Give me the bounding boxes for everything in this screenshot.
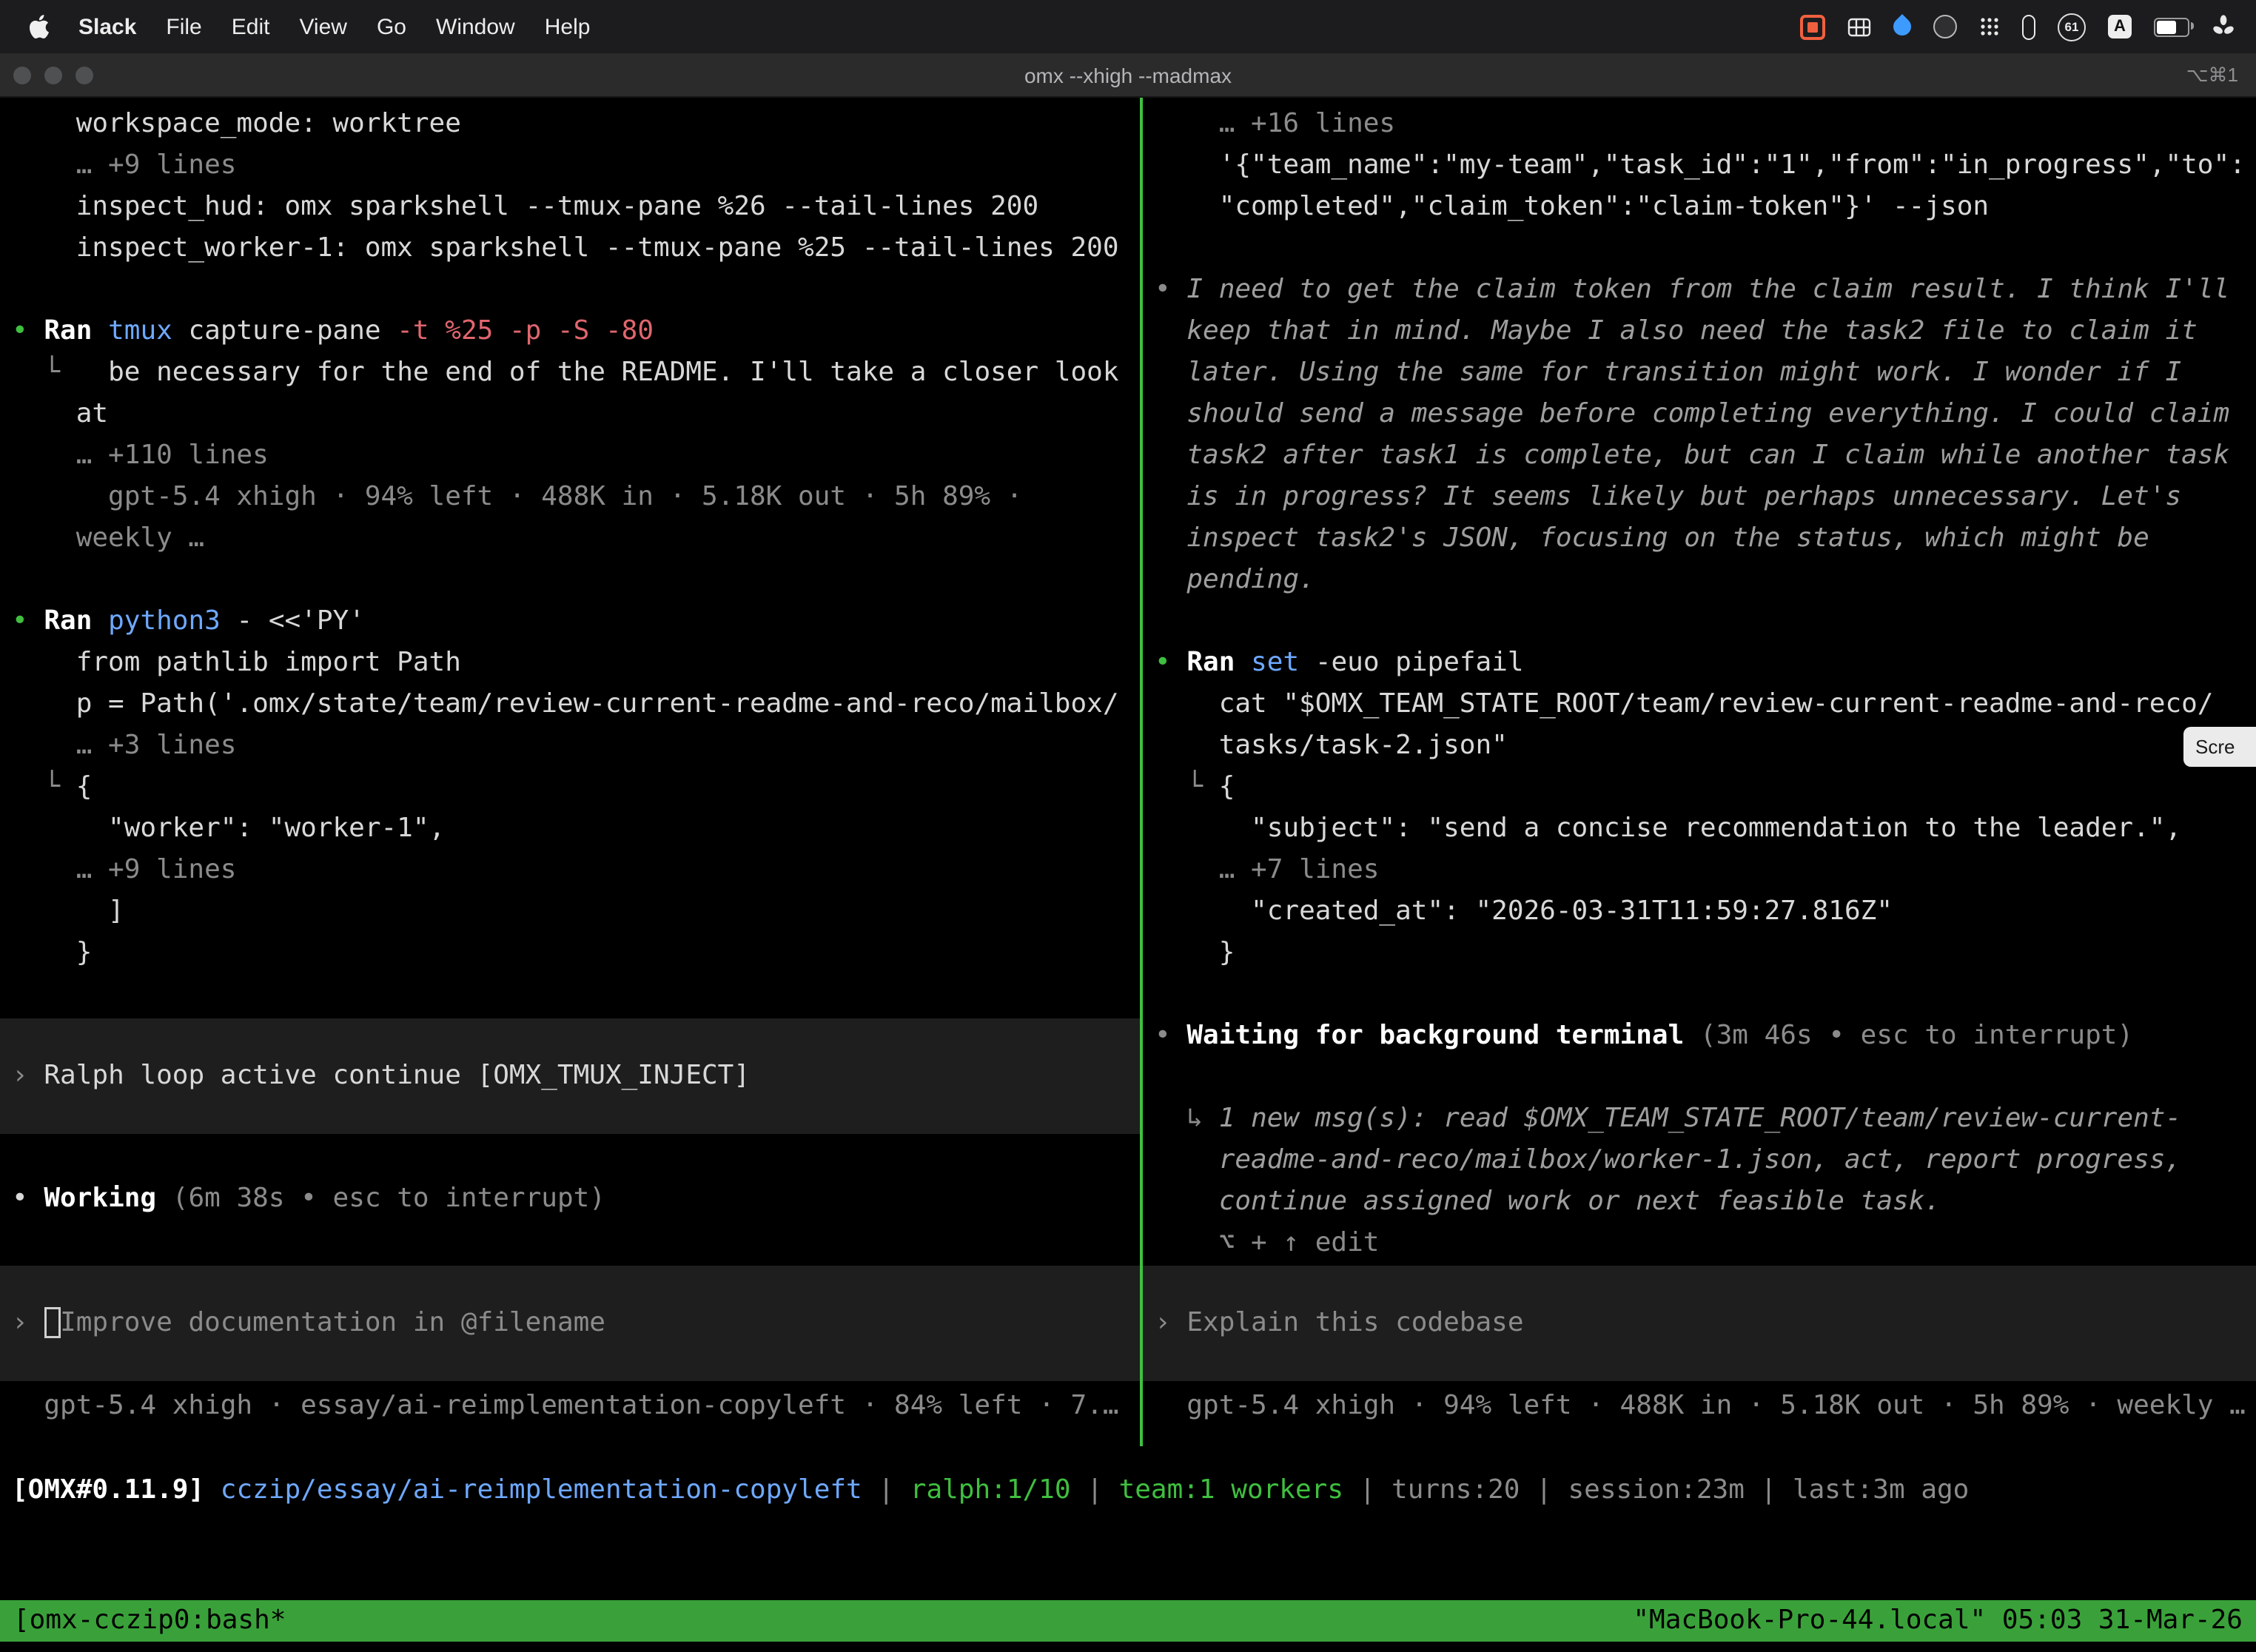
right-pane[interactable]: … +16 lines '{"team_name":"my-team","tas… (1143, 96, 2256, 1427)
dots-grid-icon[interactable] (1979, 16, 2000, 37)
terminal-line (1143, 228, 2256, 269)
terminal-line: … +9 lines (0, 850, 1140, 891)
terminal-line: is in progress? It seems likely but perh… (1143, 477, 2256, 518)
battery-percent-icon[interactable]: 61 (2058, 13, 2086, 41)
menu-window[interactable]: Window (436, 14, 515, 39)
terminal-line (1143, 1057, 2256, 1098)
dark-circle-icon[interactable] (1933, 15, 1957, 38)
terminal-line: inspect_worker-1: omx sparkshell --tmux-… (0, 228, 1140, 269)
terminal-line: from pathlib import Path (0, 642, 1140, 684)
terminal-line: gpt-5.4 xhigh · essay/ai-reimplementatio… (0, 1386, 1140, 1427)
menu-bar: Slack File Edit View Go Window Help 61 A (0, 0, 2256, 53)
battery-percent-value: 61 (2065, 19, 2079, 34)
prompt-input-row[interactable]: › Explain this codebase (1143, 1266, 2256, 1381)
terminal-line: └ be necessary for the end of the README… (0, 352, 1140, 394)
terminal-line: at (0, 394, 1140, 435)
tmux-host-clock: "MacBook-Pro-44.local" 05:03 31-Mar-26 (1633, 1600, 2243, 1642)
screen-tooltip: Scre (2183, 727, 2256, 767)
tmux-session-label: [omx-cczip0:bash* (13, 1600, 286, 1642)
terminal-line: … +16 lines (1143, 104, 2256, 145)
input-source-letter: A (2114, 18, 2126, 36)
prompt-input-row[interactable]: › Improve documentation in @filename (0, 1266, 1140, 1381)
terminal-line: pending. (1143, 560, 2256, 601)
screen-recording-icon[interactable] (1800, 14, 1825, 39)
terminal-line: "worker": "worker-1", (0, 808, 1140, 850)
terminal-line: • Ran python3 - <<'PY' (0, 601, 1140, 642)
title-bar[interactable]: omx --xhigh --madmax ⌥⌘1 (0, 53, 2256, 98)
terminal-line: keep that in mind. Maybe I also need the… (1143, 311, 2256, 352)
pill-icon[interactable] (2022, 14, 2035, 39)
terminal-line (1143, 601, 2256, 642)
terminal-panes: workspace_mode: worktree … +9 lines insp… (0, 96, 2256, 1446)
terminal-line (0, 560, 1140, 601)
terminal-line: • Ran tmux capture-pane -t %25 -p -S -80 (0, 311, 1140, 352)
fan-icon[interactable] (2212, 15, 2235, 38)
terminal-line: workspace_mode: worktree (0, 104, 1140, 145)
terminal-line: ] (0, 891, 1140, 933)
terminal-line: … +7 lines (1143, 850, 2256, 891)
terminal-line: tasks/task-2.json" (1143, 725, 2256, 767)
terminal-line: └ { (1143, 767, 2256, 808)
terminal-line: } (1143, 933, 2256, 974)
terminal-line: continue assigned work or next feasible … (1143, 1181, 2256, 1223)
terminal-line: "created_at": "2026-03-31T11:59:27.816Z" (1143, 891, 2256, 933)
terminal-line: later. Using the same for transition mig… (1143, 352, 2256, 394)
terminal-line: weekly … (0, 518, 1140, 560)
terminal-line: should send a message before completing … (1143, 394, 2256, 435)
menu-bar-status-icons: 61 A (1800, 13, 2256, 41)
menu-file[interactable]: File (166, 14, 201, 39)
menu-bar-left: Slack File Edit View Go Window Help (0, 14, 590, 39)
window-shortcut-hint: ⌥⌘1 (2186, 63, 2238, 87)
terminal-line: ↳ 1 new msg(s): read $OMX_TEAM_STATE_ROO… (1143, 1098, 2256, 1140)
menu-go[interactable]: Go (377, 14, 406, 39)
menu-view[interactable]: View (299, 14, 347, 39)
battery-icon[interactable] (2154, 17, 2189, 36)
input-source-icon[interactable]: A (2108, 15, 2132, 38)
menu-help[interactable]: Help (545, 14, 591, 39)
prompt-input-row[interactable]: › Ralph loop active continue [OMX_TMUX_I… (0, 1018, 1140, 1134)
terminal-line: p = Path('.omx/state/team/review-current… (0, 684, 1140, 725)
omx-status-line: [OMX#0.11.9] cczip/essay/ai-reimplementa… (0, 1470, 2256, 1511)
terminal-line: … +9 lines (0, 145, 1140, 187)
terminal-line: ⌥ + ↑ edit (1143, 1223, 2256, 1264)
terminal-line: [OMX#0.11.9] cczip/essay/ai-reimplementa… (0, 1470, 2256, 1511)
left-pane[interactable]: workspace_mode: worktree … +9 lines insp… (0, 96, 1140, 1427)
tmux-status-bar: [omx-cczip0:bash* "MacBook-Pro-44.local"… (0, 1600, 2256, 1642)
terminal-line: gpt-5.4 xhigh · 94% left · 488K in · 5.1… (0, 477, 1140, 518)
menu-app-slack[interactable]: Slack (78, 14, 136, 39)
terminal-line: • Ran set -euo pipefail (1143, 642, 2256, 684)
terminal-line: inspect_hud: omx sparkshell --tmux-pane … (0, 187, 1140, 228)
terminal-line: '{"team_name":"my-team","task_id":"1","f… (1143, 145, 2256, 187)
apple-menu-icon[interactable] (30, 15, 49, 38)
spacer (0, 974, 1140, 1018)
terminal-line: … +3 lines (0, 725, 1140, 767)
terminal-line: cat "$OMX_TEAM_STATE_ROOT/team/review-cu… (1143, 684, 2256, 725)
terminal-line: } (0, 933, 1140, 974)
terminal-line: "subject": "send a concise recommendatio… (1143, 808, 2256, 850)
terminal-line: • Waiting for background terminal (3m 46… (1143, 1015, 2256, 1057)
terminal-line (0, 269, 1140, 311)
terminal-line: gpt-5.4 xhigh · 94% left · 488K in · 5.1… (1143, 1386, 2256, 1427)
terminal-line: … +110 lines (0, 435, 1140, 477)
terminal-line (1143, 974, 2256, 1015)
terminal-line: • I need to get the claim token from the… (1143, 269, 2256, 311)
terminal-line: • Working (6m 38s • esc to interrupt) (0, 1178, 1140, 1220)
terminal-line: task2 after task1 is complete, but can I… (1143, 435, 2256, 477)
terminal-line: "completed","claim_token":"claim-token"}… (1143, 187, 2256, 228)
menu-edit[interactable]: Edit (232, 14, 270, 39)
terminal-line: └ { (0, 767, 1140, 808)
spacer (0, 1220, 1140, 1266)
terminal-line: inspect task2's JSON, focusing on the st… (1143, 518, 2256, 560)
spacer (0, 1134, 1140, 1178)
window-title: omx --xhigh --madmax (0, 63, 2256, 87)
terminal-line: readme-and-reco/mailbox/worker-1.json, a… (1143, 1140, 2256, 1181)
screen: Slack File Edit View Go Window Help 61 A (0, 0, 2256, 1652)
blue-app-icon[interactable] (1890, 14, 1915, 39)
window-grid-icon[interactable] (1847, 17, 1871, 36)
